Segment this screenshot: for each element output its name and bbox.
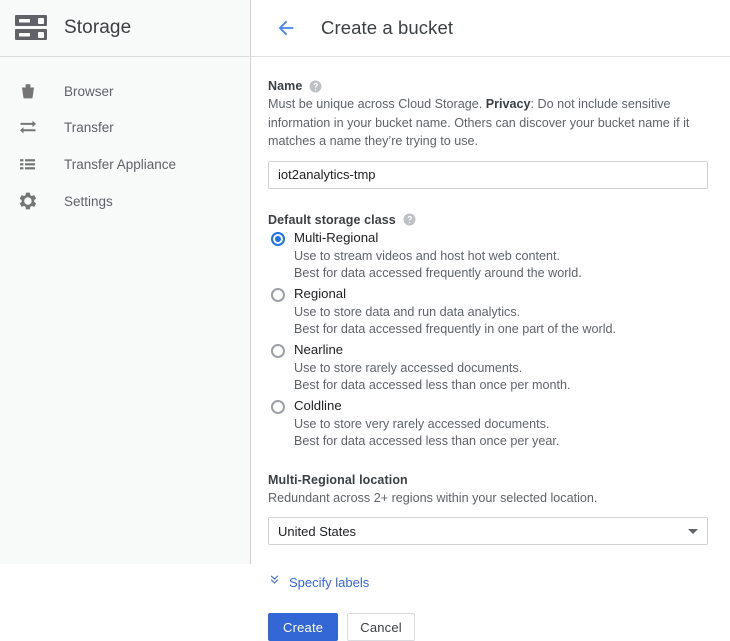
radio-row[interactable]: Regional xyxy=(268,285,730,303)
cancel-button[interactable]: Cancel xyxy=(347,613,415,641)
radio-desc-2: Best for data accessed frequently in one… xyxy=(294,321,730,337)
radio-desc-1: Use to store very rarely accessed docume… xyxy=(294,416,730,432)
bucket-name-input[interactable] xyxy=(268,161,708,189)
page-title: Create a bucket xyxy=(321,17,453,39)
privacy-strong: Privacy xyxy=(486,97,531,111)
transfer-arrows-icon xyxy=(18,115,48,139)
location-label: Multi-Regional location xyxy=(268,473,408,487)
storage-class-radio-group: Multi-Regional Use to stream videos and … xyxy=(268,229,730,449)
radio-desc-2: Best for data accessed less than once pe… xyxy=(294,377,730,393)
radio-button-multi-regional[interactable] xyxy=(271,232,285,246)
name-section: Name Must be unique across Cloud Storage… xyxy=(268,79,730,189)
name-label: Name xyxy=(268,79,302,93)
radio-button-regional[interactable] xyxy=(271,288,285,302)
help-circle-icon[interactable] xyxy=(403,213,416,226)
storage-class-label-row: Default storage class xyxy=(268,213,730,227)
specify-labels-text: Specify labels xyxy=(289,575,369,590)
radio-option-multi-regional[interactable]: Multi-Regional Use to stream videos and … xyxy=(268,229,730,281)
sidebar-item-label: Settings xyxy=(64,194,113,209)
create-button[interactable]: Create xyxy=(268,613,338,641)
radio-row[interactable]: Nearline xyxy=(268,341,730,359)
radio-desc-2: Best for data accessed frequently around… xyxy=(294,265,730,281)
radio-row[interactable]: Multi-Regional xyxy=(268,229,730,247)
sidebar-item-transfer[interactable]: Transfer xyxy=(0,109,250,145)
gear-icon xyxy=(18,189,48,213)
sidebar-item-label: Transfer Appliance xyxy=(64,157,176,172)
storage-class-section: Default storage class Multi-Regional xyxy=(268,213,730,449)
double-chevron-down-icon xyxy=(268,573,281,591)
name-label-row: Name xyxy=(268,79,730,93)
radio-desc-1: Use to store data and run data analytics… xyxy=(294,304,730,320)
location-label-row: Multi-Regional location xyxy=(268,473,730,487)
sidebar-item-label: Transfer xyxy=(64,120,114,135)
list-lines-icon xyxy=(18,152,48,176)
sidebar-item-label: Browser xyxy=(64,84,114,99)
radio-label: Multi-Regional xyxy=(294,229,378,247)
radio-label: Nearline xyxy=(294,341,343,359)
radio-button-coldline[interactable] xyxy=(271,400,285,414)
radio-button-nearline[interactable] xyxy=(271,344,285,358)
name-description: Must be unique across Cloud Storage. Pri… xyxy=(268,95,693,151)
caret-down-icon xyxy=(688,529,698,534)
sidebar-item-settings[interactable]: Settings xyxy=(0,183,250,219)
radio-option-nearline[interactable]: Nearline Use to store rarely accessed do… xyxy=(268,341,730,393)
location-section: Multi-Regional location Redundant across… xyxy=(268,473,730,546)
help-circle-icon[interactable] xyxy=(309,80,322,93)
specify-labels-link[interactable]: Specify labels xyxy=(268,573,369,591)
sidebar-nav: Browser Transfer xyxy=(0,57,250,219)
radio-desc-1: Use to store rarely accessed documents. xyxy=(294,360,730,376)
radio-desc-2: Best for data accessed less than once pe… xyxy=(294,433,730,449)
location-select[interactable]: United States xyxy=(268,517,708,545)
storage-class-label: Default storage class xyxy=(268,213,396,227)
sidebar: Storage Browser Tr xyxy=(0,0,251,564)
radio-label: Coldline xyxy=(294,397,342,415)
product-title: Storage xyxy=(64,17,131,39)
storage-server-icon xyxy=(14,11,50,45)
arrow-left-icon[interactable] xyxy=(273,15,299,41)
radio-option-regional[interactable]: Regional Use to store data and run data … xyxy=(268,285,730,337)
app-root: Storage Browser Tr xyxy=(0,0,730,564)
page-header: Create a bucket xyxy=(251,0,730,57)
radio-option-coldline[interactable]: Coldline Use to store very rarely access… xyxy=(268,397,730,449)
location-description: Redundant across 2+ regions within your … xyxy=(268,489,693,508)
name-desc-part1: Must be unique across Cloud Storage. xyxy=(268,97,486,111)
form-actions: Create Cancel xyxy=(268,613,730,641)
create-bucket-form: Name Must be unique across Cloud Storage… xyxy=(251,57,730,641)
location-selected-value: United States xyxy=(278,524,356,539)
sidebar-item-browser[interactable]: Browser xyxy=(0,73,250,109)
sidebar-item-transfer-appliance[interactable]: Transfer Appliance xyxy=(0,146,250,182)
radio-desc-1: Use to stream videos and host hot web co… xyxy=(294,248,730,264)
radio-label: Regional xyxy=(294,285,346,303)
bucket-icon xyxy=(18,79,48,103)
radio-row[interactable]: Coldline xyxy=(268,397,730,415)
main-panel: Create a bucket Name Must be unique acro… xyxy=(251,0,730,564)
sidebar-header: Storage xyxy=(0,0,250,57)
